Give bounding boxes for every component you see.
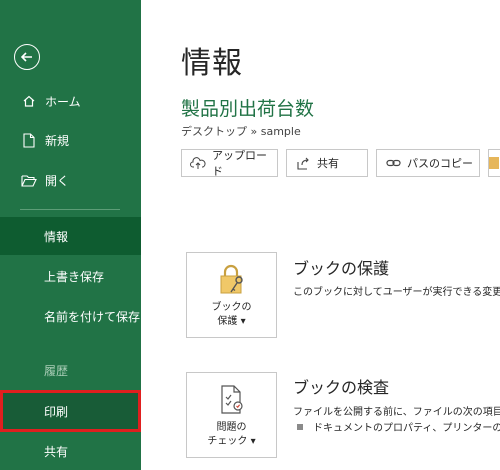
sidebar-item-label: 印刷 [44,404,69,419]
protect-tile-line1: ブックの [211,302,252,313]
sidebar-item-label: 開く [45,173,70,188]
page-title: 情報 [181,46,243,81]
upload-button[interactable]: アップロード [181,149,278,178]
sidebar-item-save[interactable]: 上書き保存 [0,257,141,295]
sidebar-item-history[interactable]: 履歴 [0,351,141,389]
inspect-tile-line2: チェック ▾ [207,436,256,447]
new-document-icon [20,131,38,149]
inspect-description: ファイルを公開する前に、ファイルの次の項目 [293,407,500,418]
sidebar-item-label: 名前を付けて保存 [44,309,141,324]
sidebar-item-share[interactable]: 共有 [0,432,141,470]
sidebar-item-home[interactable]: ホーム [0,82,141,120]
check-issues-button[interactable]: 問題の チェック ▾ [186,372,277,458]
back-button[interactable] [14,44,40,70]
protect-tile-line2: 保護 ▾ [217,316,246,327]
lock-key-icon [220,264,243,294]
sidebar-item-print[interactable]: 印刷 [0,390,141,432]
protect-workbook-button[interactable]: ブックの 保護 ▾ [186,252,277,338]
open-folder-icon [20,171,38,189]
home-icon [20,92,38,110]
document-path: デスクトップ » sample [181,125,301,138]
document-title: 製品別出荷台数 [181,98,315,120]
sidebar-item-label: 履歴 [44,363,69,378]
back-arrow-icon [20,52,32,62]
sidebar-item-new[interactable]: 新規 [0,121,141,159]
sidebar-item-label: 共有 [44,444,69,459]
bullet-square [297,424,303,430]
copy-path-button[interactable]: パスのコピー [376,149,480,177]
sidebar-divider [20,209,120,210]
backstage-sidebar: ホーム 新規 開く 情報 上書き保存 名前を付けて保存 履歴 印刷 共有 [0,0,141,470]
sidebar-item-label: 情報 [44,229,69,244]
upload-icon [190,155,206,171]
link-icon [385,155,401,171]
sidebar-item-save-as[interactable]: 名前を付けて保存 [0,297,141,335]
protect-description: このブックに対してユーザーが実行できる変更 [293,287,500,298]
inspect-document-icon [220,385,243,414]
info-pane: 情報 製品別出荷台数 デスクトップ » sample アップロード 共有 パスの… [141,0,500,470]
protect-heading: ブックの保護 [293,259,390,278]
share-label: 共有 [317,157,339,170]
share-icon [295,155,311,171]
share-button[interactable]: 共有 [286,149,368,177]
sidebar-item-open[interactable]: 開く [0,161,141,199]
inspect-bullet-text: ドキュメントのプロパティ、プリンターのパス [313,423,500,434]
upload-label: アップロード [212,149,267,178]
inspect-heading: ブックの検査 [293,378,390,397]
sidebar-item-info[interactable]: 情報 [0,217,141,255]
folder-icon [489,157,499,169]
inspect-tile-line1: 問題の [216,422,247,433]
sidebar-item-label: 新規 [45,133,70,148]
sidebar-item-label: 上書き保存 [44,269,105,284]
open-location-button[interactable] [488,149,500,177]
copy-path-label: パスのコピー [407,157,473,170]
sidebar-item-label: ホーム [45,94,81,109]
